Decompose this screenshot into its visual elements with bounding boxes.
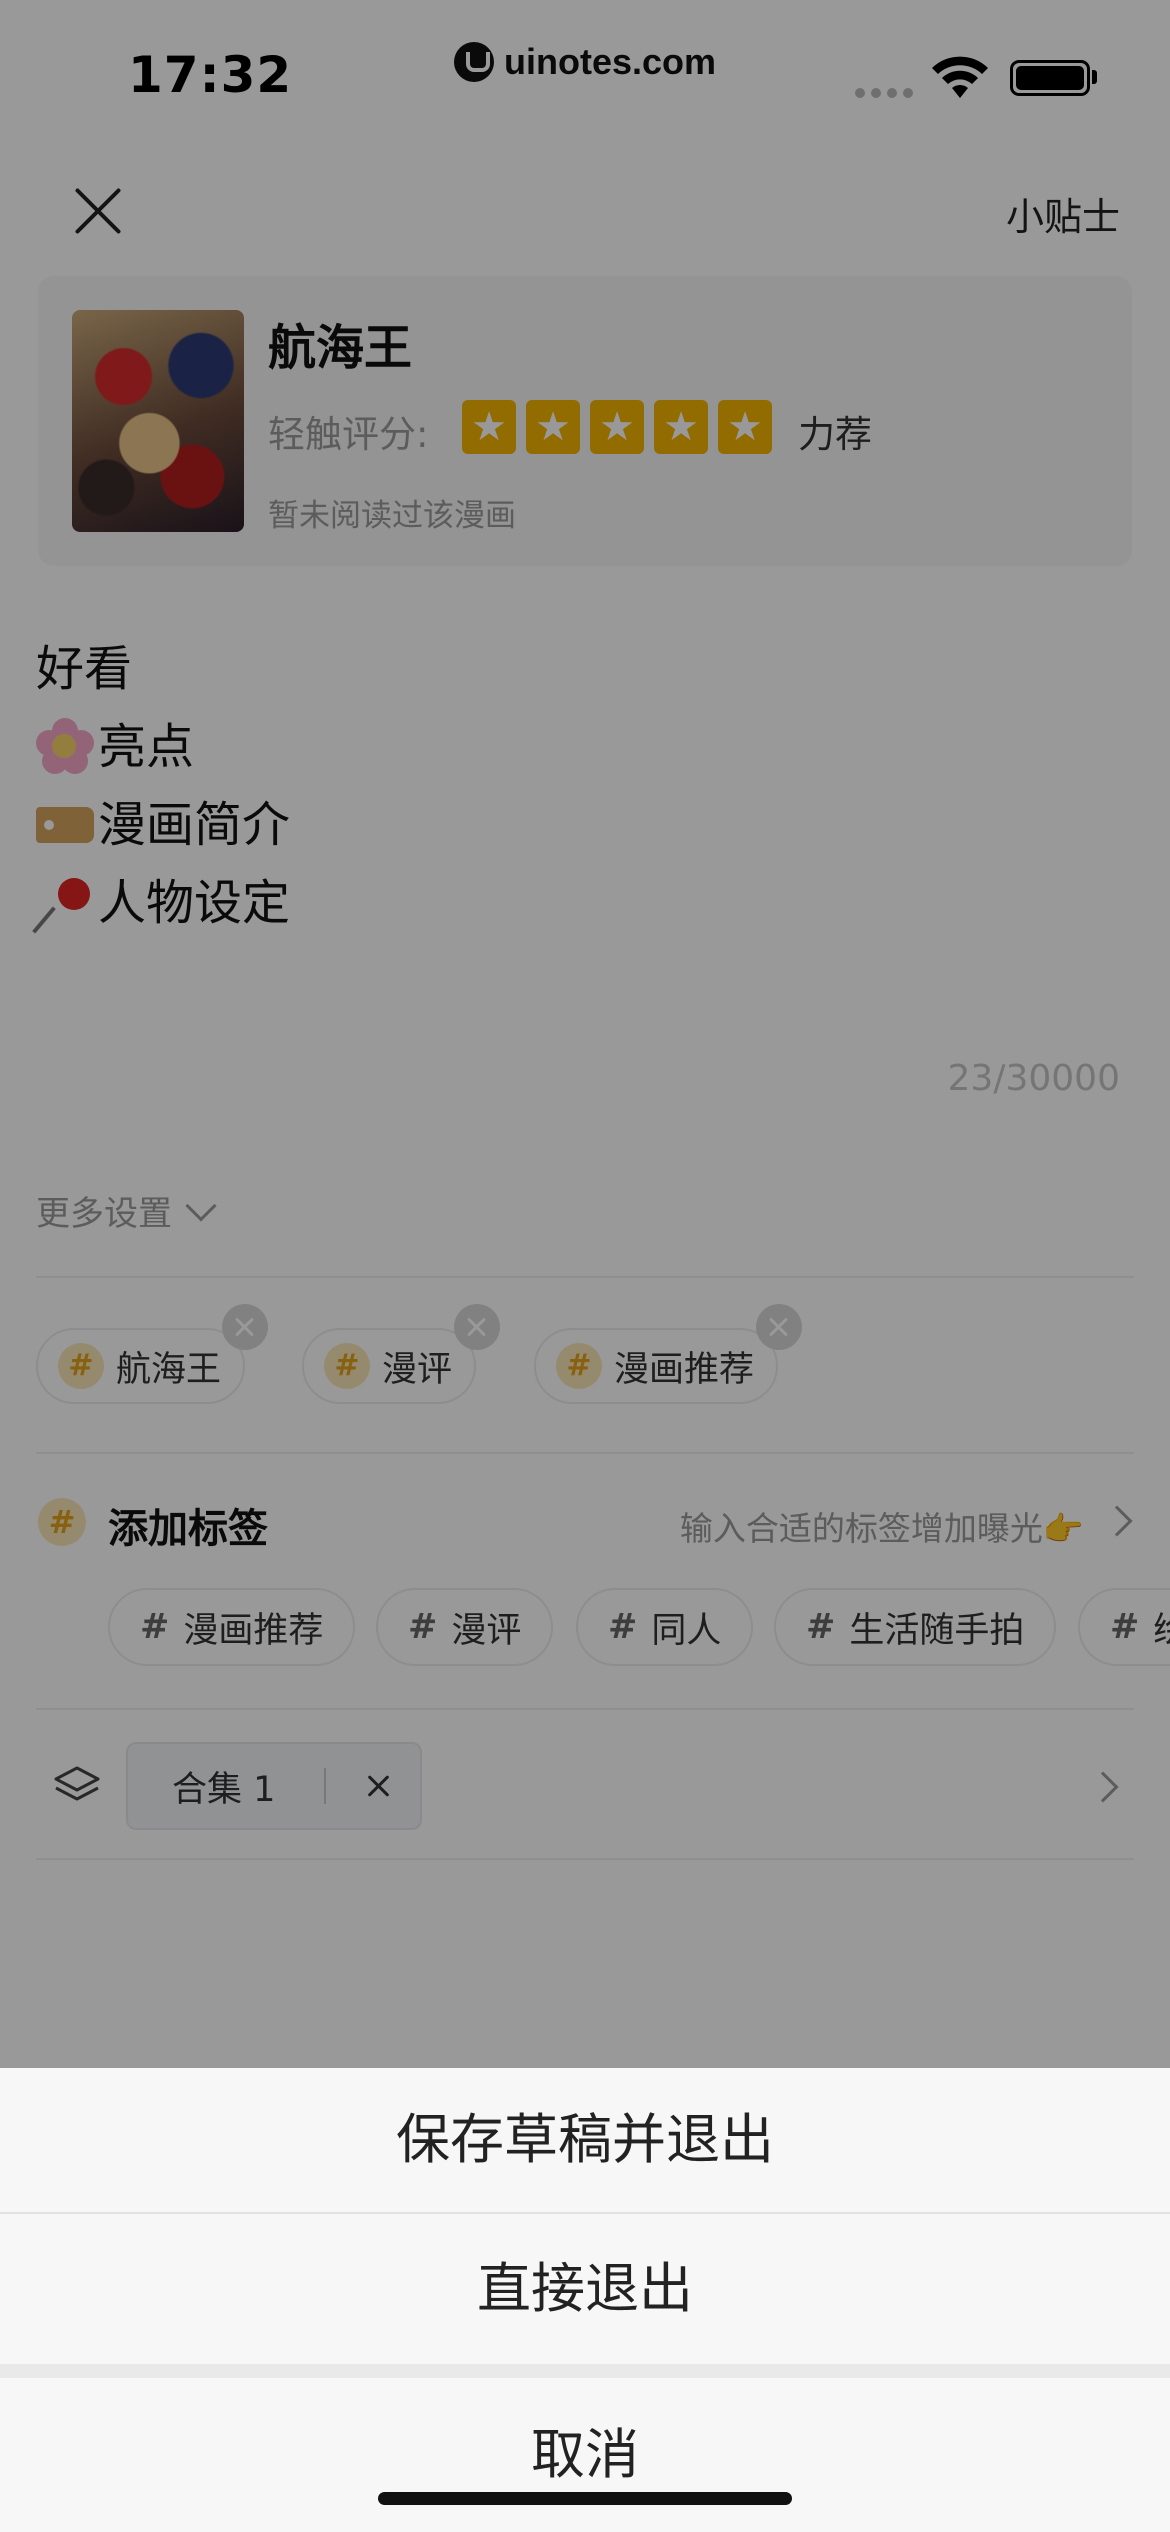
action-sheet: 保存草稿并退出 直接退出 取消 [0,2068,1170,2532]
modal-backdrop[interactable] [0,0,1170,2068]
exit-directly-button[interactable]: 直接退出 [0,2214,1170,2364]
divider [0,2364,1170,2378]
cancel-button[interactable]: 取消 [0,2378,1170,2532]
save-draft-exit-button[interactable]: 保存草稿并退出 [0,2068,1170,2212]
home-indicator[interactable] [378,2492,792,2505]
